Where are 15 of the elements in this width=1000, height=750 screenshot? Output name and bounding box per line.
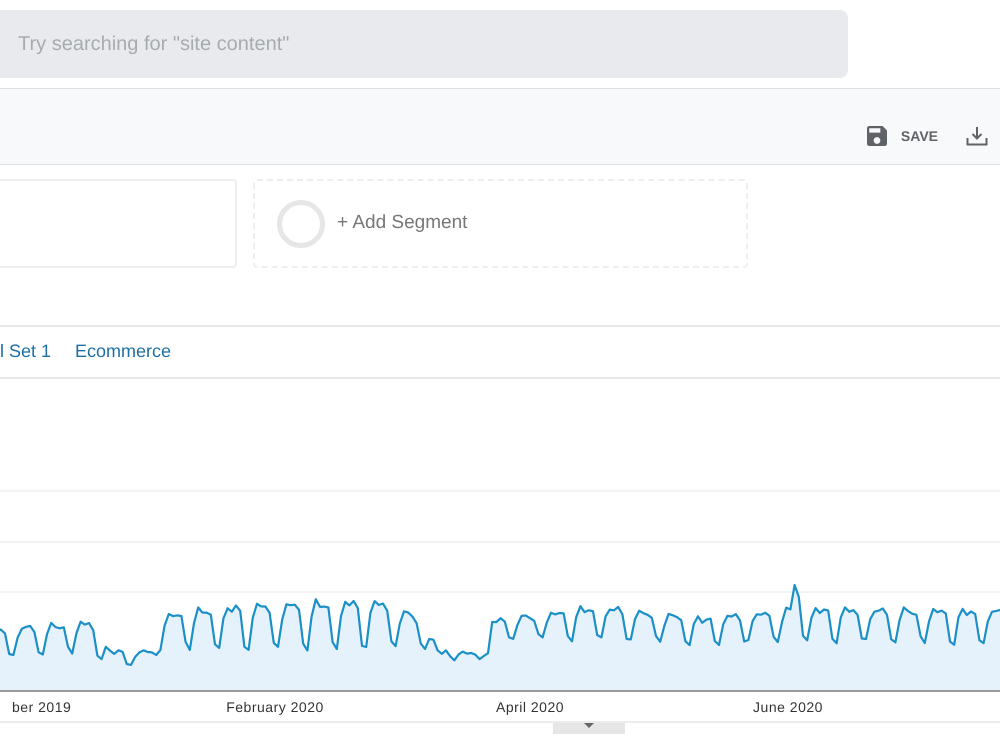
download-button[interactable]	[966, 125, 988, 147]
axis-label: April 2020	[496, 698, 564, 717]
axis-label: ber 2019	[12, 698, 72, 717]
add-segment-button[interactable]: + Add Segment	[253, 179, 748, 268]
tab-link[interactable]: l Set 1	[0, 338, 52, 364]
save-button[interactable]: SAVE	[866, 125, 938, 147]
download-icon	[966, 126, 988, 146]
tab-link[interactable]: Ecommerce	[75, 338, 172, 364]
search-field[interactable]: Try searching for "site content"	[0, 10, 848, 78]
segment-ring-icon	[277, 200, 325, 248]
axis-label: February 2020	[226, 698, 324, 717]
save-icon	[866, 126, 887, 146]
axis-label: June 2020	[753, 698, 823, 717]
caret-down-icon	[584, 723, 594, 728]
scroll-handle[interactable]	[553, 723, 625, 734]
